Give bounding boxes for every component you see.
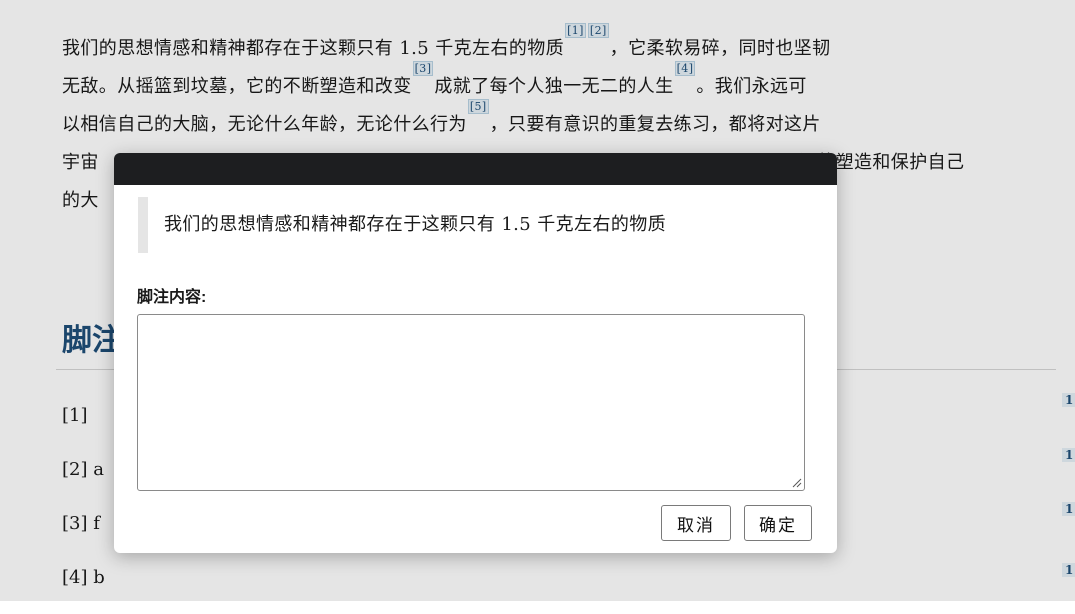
- cancel-button[interactable]: 取消: [661, 505, 731, 541]
- footnote-content-textarea[interactable]: [137, 314, 805, 491]
- dialog-header-bar: [114, 153, 837, 185]
- document-page: 我们的思想情感和精神都存在于这颗只有 1.5 千克左右的物质[1] [2]，它柔软…: [0, 0, 1075, 601]
- selected-text-quote: 我们的思想情感和精神都存在于这颗只有 1.5 千克左右的物质: [138, 197, 808, 253]
- confirm-button[interactable]: 确定: [744, 505, 812, 541]
- footnote-content-label: 脚注内容:: [137, 289, 207, 306]
- resize-grip-icon[interactable]: [790, 476, 802, 488]
- footnote-dialog: 我们的思想情感和精神都存在于这颗只有 1.5 千克左右的物质 脚注内容: 取消 …: [114, 153, 837, 553]
